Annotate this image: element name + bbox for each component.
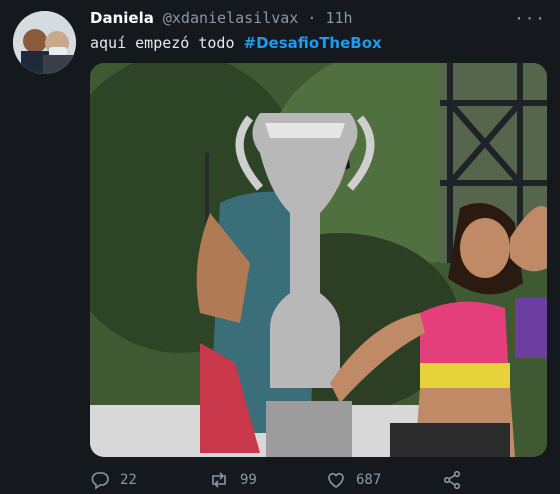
retweet-count: 99 <box>240 472 257 488</box>
tweet-actions: 22 99 687 <box>90 470 490 492</box>
tweet-photo[interactable] <box>90 63 547 457</box>
tweet-text: aquí empezó todo #DesafioTheBox <box>90 34 382 52</box>
hashtag-link[interactable]: #DesafioTheBox <box>244 34 382 52</box>
reply-icon <box>91 472 109 490</box>
display-name[interactable]: Daniela <box>90 9 154 27</box>
like-count: 687 <box>356 472 382 488</box>
photo-scene <box>90 63 547 457</box>
like-action[interactable]: 687 <box>326 470 381 490</box>
heart-icon <box>328 472 344 488</box>
avatar[interactable] <box>13 11 76 74</box>
reply-action[interactable]: 22 <box>90 470 137 490</box>
separator-dot: · <box>307 9 317 27</box>
share-icon <box>443 470 461 490</box>
tweet-header: Daniela @xdanielasilvax · 11h <box>90 9 353 27</box>
timestamp[interactable]: 11h <box>325 9 352 27</box>
avatar-image <box>13 11 76 74</box>
ellipsis-icon[interactable]: ··· <box>514 9 546 28</box>
share-action[interactable] <box>442 470 462 490</box>
user-handle[interactable]: @xdanielasilvax <box>163 9 298 27</box>
retweet-icon <box>212 472 226 488</box>
tweet-body: aquí empezó todo <box>90 34 235 52</box>
reply-count: 22 <box>120 472 137 488</box>
retweet-action[interactable]: 99 <box>208 470 257 490</box>
